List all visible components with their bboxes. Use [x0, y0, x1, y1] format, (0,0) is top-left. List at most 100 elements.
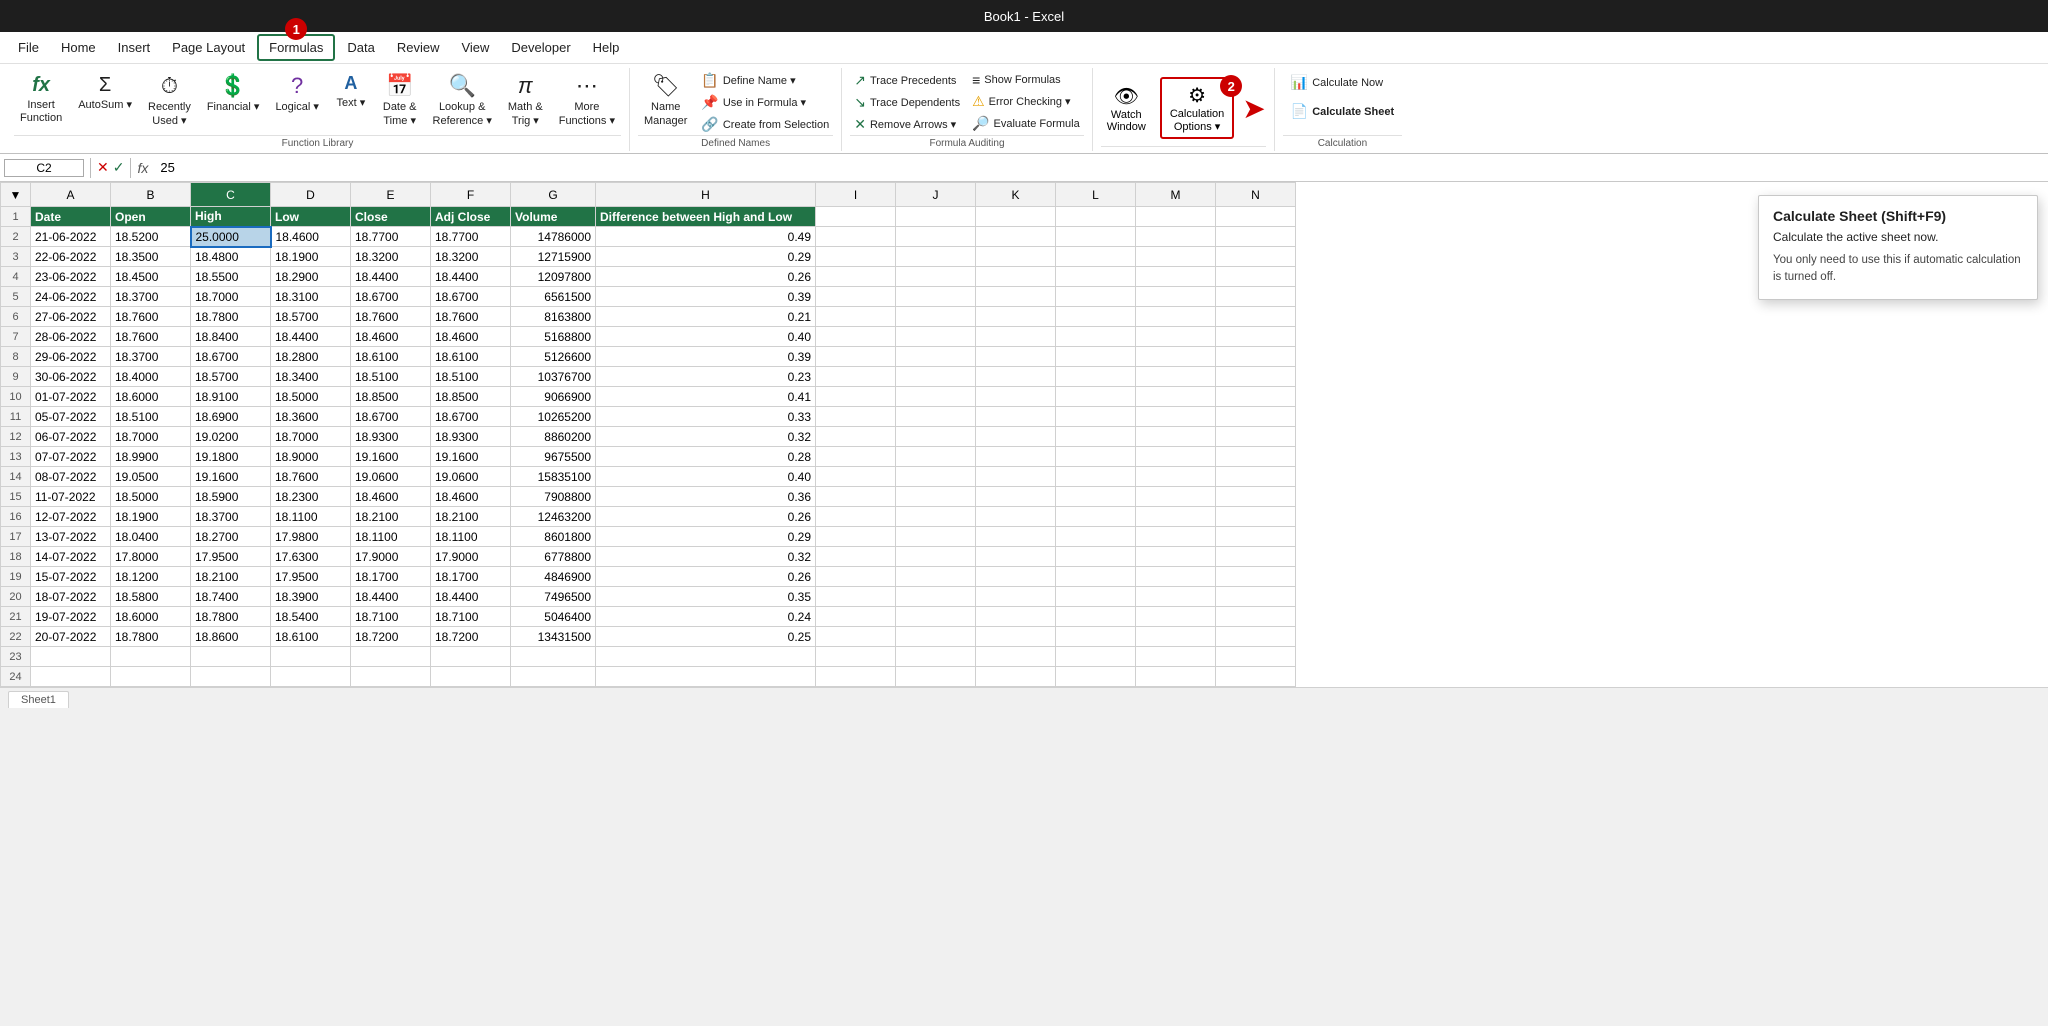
- cell-empty[interactable]: [1216, 447, 1296, 467]
- cell-A20[interactable]: 18-07-2022: [31, 587, 111, 607]
- cell-D8[interactable]: 18.2800: [271, 347, 351, 367]
- col-header-H[interactable]: H: [596, 183, 816, 207]
- cell-empty[interactable]: [1136, 547, 1216, 567]
- cell-empty[interactable]: [111, 647, 191, 667]
- col-header-E[interactable]: E: [351, 183, 431, 207]
- cell-empty[interactable]: [1216, 647, 1296, 667]
- cell-empty[interactable]: [511, 647, 596, 667]
- cell-A17[interactable]: 13-07-2022: [31, 527, 111, 547]
- cell-B21[interactable]: 18.6000: [111, 607, 191, 627]
- cell-D1[interactable]: Low: [271, 207, 351, 227]
- cell-empty[interactable]: [896, 667, 976, 687]
- cell-C19[interactable]: 18.2100: [191, 567, 271, 587]
- cell-E7[interactable]: 18.4600: [351, 327, 431, 347]
- cell-C9[interactable]: 18.5700: [191, 367, 271, 387]
- cell-empty[interactable]: [1216, 627, 1296, 647]
- cell-E12[interactable]: 18.9300: [351, 427, 431, 447]
- cell-G4[interactable]: 12097800: [511, 267, 596, 287]
- cell-A22[interactable]: 20-07-2022: [31, 627, 111, 647]
- cell-empty[interactable]: [1056, 507, 1136, 527]
- cell-H5[interactable]: 0.39: [596, 287, 816, 307]
- cell-E1[interactable]: Close: [351, 207, 431, 227]
- cell-empty[interactable]: [1216, 307, 1296, 327]
- cell-D4[interactable]: 18.2900: [271, 267, 351, 287]
- cell-H12[interactable]: 0.32: [596, 427, 816, 447]
- cell-empty[interactable]: [976, 327, 1056, 347]
- cell-empty[interactable]: [896, 487, 976, 507]
- menu-view[interactable]: View: [451, 36, 499, 59]
- col-header-J[interactable]: J: [896, 183, 976, 207]
- cell-A12[interactable]: 06-07-2022: [31, 427, 111, 447]
- cell-F19[interactable]: 18.1700: [431, 567, 511, 587]
- cell-empty[interactable]: [1136, 267, 1216, 287]
- insert-function-btn[interactable]: fx InsertFunction: [14, 70, 68, 128]
- cell-empty[interactable]: [1056, 227, 1136, 247]
- cell-G20[interactable]: 7496500: [511, 587, 596, 607]
- cell-E17[interactable]: 18.1100: [351, 527, 431, 547]
- cell-D22[interactable]: 18.6100: [271, 627, 351, 647]
- cell-empty[interactable]: [1056, 547, 1136, 567]
- name-box[interactable]: [4, 159, 84, 177]
- cell-G3[interactable]: 12715900: [511, 247, 596, 267]
- cell-F8[interactable]: 18.6100: [431, 347, 511, 367]
- menu-developer[interactable]: Developer: [501, 36, 580, 59]
- cell-G12[interactable]: 8860200: [511, 427, 596, 447]
- cell-empty[interactable]: [896, 347, 976, 367]
- cell-empty[interactable]: [1056, 487, 1136, 507]
- cell-empty[interactable]: [896, 227, 976, 247]
- cell-B19[interactable]: 18.1200: [111, 567, 191, 587]
- cell-empty[interactable]: [976, 507, 1056, 527]
- cell-empty[interactable]: [1056, 667, 1136, 687]
- cell-empty[interactable]: [1136, 487, 1216, 507]
- cell-empty[interactable]: [1136, 227, 1216, 247]
- cell-A6[interactable]: 27-06-2022: [31, 307, 111, 327]
- cell-C7[interactable]: 18.8400: [191, 327, 271, 347]
- cell-empty[interactable]: [1216, 547, 1296, 567]
- cell-empty[interactable]: [351, 667, 431, 687]
- cell-E4[interactable]: 18.4400: [351, 267, 431, 287]
- cell-empty[interactable]: [31, 667, 111, 687]
- cell-empty[interactable]: [976, 607, 1056, 627]
- cell-empty[interactable]: [976, 427, 1056, 447]
- cell-H4[interactable]: 0.26: [596, 267, 816, 287]
- math-trig-btn[interactable]: π Math &Trig ▾: [502, 70, 549, 131]
- cell-empty[interactable]: [1136, 567, 1216, 587]
- sheet-tab[interactable]: Sheet1: [8, 691, 69, 708]
- cell-B14[interactable]: 19.0500: [111, 467, 191, 487]
- cell-C2[interactable]: 25.0000: [191, 227, 271, 247]
- cell-F11[interactable]: 18.6700: [431, 407, 511, 427]
- cell-empty[interactable]: [596, 647, 816, 667]
- cell-F9[interactable]: 18.5100: [431, 367, 511, 387]
- cell-empty[interactable]: [1216, 667, 1296, 687]
- cell-empty[interactable]: [976, 587, 1056, 607]
- col-header-I[interactable]: I: [816, 183, 896, 207]
- cell-E14[interactable]: 19.0600: [351, 467, 431, 487]
- cell-empty[interactable]: [896, 567, 976, 587]
- cell-empty[interactable]: [1136, 307, 1216, 327]
- cell-A7[interactable]: 28-06-2022: [31, 327, 111, 347]
- cell-empty[interactable]: [1216, 267, 1296, 287]
- cell-A19[interactable]: 15-07-2022: [31, 567, 111, 587]
- cell-empty[interactable]: [1056, 467, 1136, 487]
- cell-H11[interactable]: 0.33: [596, 407, 816, 427]
- cell-empty[interactable]: [1136, 627, 1216, 647]
- cell-empty[interactable]: [816, 487, 896, 507]
- cell-A9[interactable]: 30-06-2022: [31, 367, 111, 387]
- cell-empty[interactable]: [816, 247, 896, 267]
- cell-empty[interactable]: [1056, 627, 1136, 647]
- cell-E11[interactable]: 18.6700: [351, 407, 431, 427]
- cell-H8[interactable]: 0.39: [596, 347, 816, 367]
- cell-D15[interactable]: 18.2300: [271, 487, 351, 507]
- cell-empty[interactable]: [1216, 527, 1296, 547]
- cell-B13[interactable]: 18.9900: [111, 447, 191, 467]
- logical-btn[interactable]: ? Logical ▾: [269, 70, 324, 118]
- trace-precedents-btn[interactable]: ↗ Trace Precedents: [850, 70, 964, 91]
- cell-E15[interactable]: 18.4600: [351, 487, 431, 507]
- cell-C12[interactable]: 19.0200: [191, 427, 271, 447]
- cell-M1[interactable]: [1136, 207, 1216, 227]
- cell-G1[interactable]: Volume: [511, 207, 596, 227]
- cell-empty[interactable]: [976, 287, 1056, 307]
- evaluate-formula-btn[interactable]: 🔎 Evaluate Formula: [968, 113, 1084, 134]
- cell-C11[interactable]: 18.6900: [191, 407, 271, 427]
- cell-G2[interactable]: 14786000: [511, 227, 596, 247]
